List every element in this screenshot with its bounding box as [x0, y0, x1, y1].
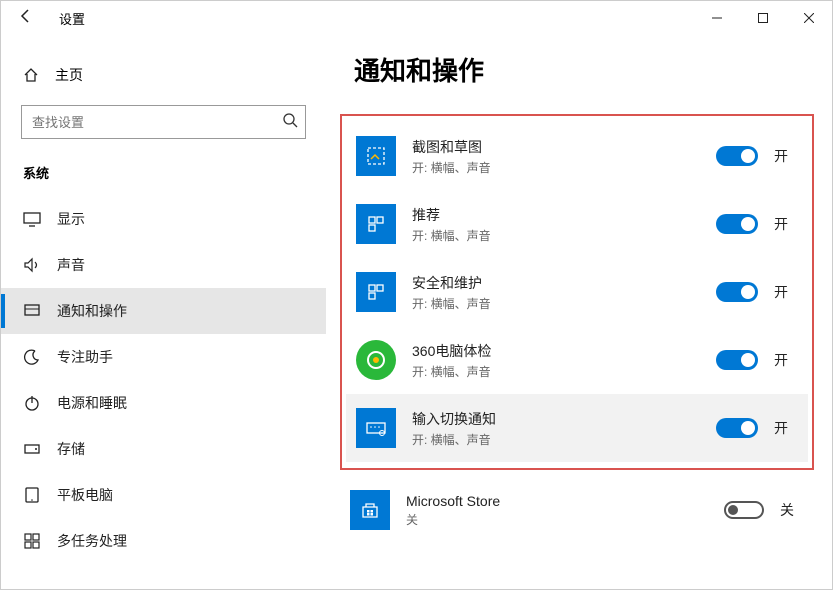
- nav-storage[interactable]: 存储: [1, 426, 326, 472]
- app-sub: 开: 横幅、声音: [412, 295, 716, 312]
- content-area: 通知和操作 截图和草图 开: 横幅、声音 开: [326, 35, 832, 589]
- highlight-box: 截图和草图 开: 横幅、声音 开 推荐 开: 横幅、声音 开: [340, 114, 814, 470]
- app-row-ime[interactable]: 输入切换通知 开: 横幅、声音 开: [346, 394, 808, 462]
- power-icon: [23, 394, 43, 412]
- keyboard-icon: [356, 408, 396, 448]
- app-name: 输入切换通知: [412, 409, 716, 429]
- nav-label: 显示: [57, 209, 85, 229]
- snip-sketch-icon: [356, 136, 396, 176]
- app-sub: 开: 横幅、声音: [412, 363, 716, 380]
- titlebar: 设置: [1, 1, 832, 35]
- moon-icon: [23, 348, 43, 366]
- app-name: Microsoft Store: [406, 493, 724, 509]
- toggle-state: 开: [774, 418, 798, 438]
- nav-label: 专注助手: [57, 347, 113, 367]
- toggle[interactable]: [716, 214, 758, 234]
- window-controls: [694, 1, 832, 35]
- app-name: 截图和草图: [412, 137, 716, 157]
- nav-multitasking[interactable]: 多任务处理: [1, 518, 326, 564]
- toggle-state: 开: [774, 214, 798, 234]
- minimize-button[interactable]: [694, 1, 740, 35]
- app-sub: 开: 横幅、声音: [412, 227, 716, 244]
- app-name: 推荐: [412, 205, 716, 225]
- app-name: 360电脑体检: [412, 341, 716, 361]
- grid-icon: [356, 272, 396, 312]
- nav-list: 显示 声音 通知和操作 专注助手 电源和睡眠: [1, 196, 326, 564]
- search-box-wrap: [1, 93, 326, 153]
- app-row-snip[interactable]: 截图和草图 开: 横幅、声音 开: [346, 122, 808, 190]
- toggle-state: 开: [774, 146, 798, 166]
- app-row-security[interactable]: 安全和维护 开: 横幅、声音 开: [346, 258, 808, 326]
- toggle-state: 开: [774, 350, 798, 370]
- nav-label: 声音: [57, 255, 85, 275]
- toggle-state: 关: [780, 500, 804, 520]
- app-row-msstore[interactable]: Microsoft Store 关 关: [340, 476, 814, 544]
- app-sub: 开: 横幅、声音: [412, 159, 716, 176]
- nav-display[interactable]: 显示: [1, 196, 326, 242]
- nav-focus-assist[interactable]: 专注助手: [1, 334, 326, 380]
- close-button[interactable]: [786, 1, 832, 35]
- nav-notifications[interactable]: 通知和操作: [1, 288, 326, 334]
- nav-label: 多任务处理: [57, 531, 127, 551]
- app-sub: 关: [406, 511, 724, 528]
- app-sub: 开: 横幅、声音: [412, 431, 716, 448]
- storage-icon: [23, 440, 43, 458]
- app-row-360[interactable]: 360电脑体检 开: 横幅、声音 开: [346, 326, 808, 394]
- page-title: 通知和操作: [354, 51, 814, 88]
- nav-label: 平板电脑: [57, 485, 113, 505]
- nav-power-sleep[interactable]: 电源和睡眠: [1, 380, 326, 426]
- notifications-icon: [23, 302, 43, 320]
- search-input[interactable]: [21, 105, 306, 139]
- sidebar: 主页 系统 显示 声音: [1, 35, 326, 589]
- nav-label: 通知和操作: [57, 301, 127, 321]
- sidebar-section-title: 系统: [1, 153, 326, 196]
- maximize-button[interactable]: [740, 1, 786, 35]
- nav-tablet[interactable]: 平板电脑: [1, 472, 326, 518]
- app-name: 安全和维护: [412, 273, 716, 293]
- home-icon: [23, 67, 43, 83]
- home-link[interactable]: 主页: [1, 57, 326, 93]
- multitask-icon: [23, 532, 43, 550]
- toggle[interactable]: [716, 418, 758, 438]
- tablet-icon: [23, 486, 43, 504]
- display-icon: [23, 210, 43, 228]
- home-label: 主页: [55, 65, 83, 85]
- sound-icon: [23, 256, 43, 274]
- 360-icon: [356, 340, 396, 380]
- nav-label: 存储: [57, 439, 85, 459]
- toggle[interactable]: [724, 501, 764, 519]
- window-title: 设置: [59, 9, 85, 28]
- toggle[interactable]: [716, 282, 758, 302]
- toggle[interactable]: [716, 350, 758, 370]
- store-icon: [350, 490, 390, 530]
- nav-sound[interactable]: 声音: [1, 242, 326, 288]
- settings-window: 设置 主页: [0, 0, 833, 590]
- toggle[interactable]: [716, 146, 758, 166]
- back-button[interactable]: [11, 8, 41, 29]
- grid-icon: [356, 204, 396, 244]
- app-row-recommend[interactable]: 推荐 开: 横幅、声音 开: [346, 190, 808, 258]
- search-icon: [282, 112, 298, 131]
- nav-label: 电源和睡眠: [57, 393, 127, 413]
- toggle-state: 开: [774, 282, 798, 302]
